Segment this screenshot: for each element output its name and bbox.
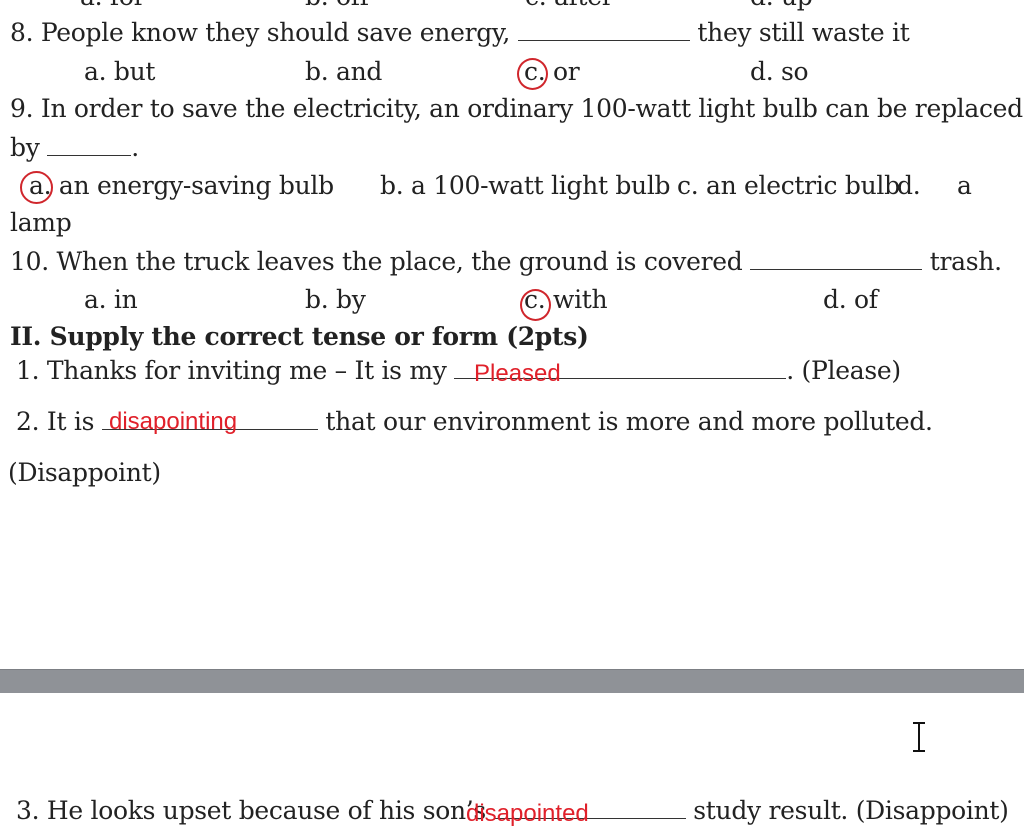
cutoff-option-b: b. off bbox=[305, 0, 369, 12]
s2-item3-start: 3. He looks upset because of his son’s bbox=[16, 796, 486, 825]
q9-option-d: d. bbox=[897, 171, 921, 200]
s2-item1-answer: Pleased bbox=[474, 360, 561, 387]
s2-item1-end: . (Please) bbox=[786, 356, 901, 385]
s2-item3-answer: disapointed bbox=[466, 800, 589, 827]
q8-blank bbox=[517, 18, 690, 41]
q10-answer-circle bbox=[520, 289, 551, 321]
s2-item2-end: that our environment is more and more po… bbox=[325, 407, 933, 436]
q9-option-c: c. an electric bulb bbox=[677, 171, 900, 200]
q10-prompt-start: 10. When the truck leaves the place, the… bbox=[10, 247, 743, 276]
q9-prompt-line1: 9. In order to save the electricity, an … bbox=[10, 94, 1023, 123]
q9-option-d-text: a bbox=[957, 171, 972, 200]
q8-prompt-start: 8. People know they should save energy, bbox=[10, 18, 511, 47]
q9-prompt-by: by bbox=[10, 133, 40, 162]
s2-item2-answer: disapointing bbox=[109, 408, 238, 435]
s2-item2-continuation: (Disappoint) bbox=[8, 458, 161, 487]
q8-option-b: b. and bbox=[305, 57, 383, 86]
q8-option-a: a. but bbox=[84, 57, 156, 86]
s2-item1: 1. Thanks for inviting me – It is my . (… bbox=[16, 356, 901, 386]
q10-option-d: d. of bbox=[823, 285, 878, 314]
q10-option-a: a. in bbox=[84, 285, 138, 314]
s2-item2-start: 2. It is bbox=[16, 407, 95, 436]
q8-option-d: d. so bbox=[750, 57, 809, 86]
q10-prompt: 10. When the truck leaves the place, the… bbox=[10, 247, 1002, 277]
q9-blank bbox=[47, 133, 132, 156]
q8-answer-circle bbox=[517, 58, 548, 90]
q9-prompt-line2: by . bbox=[10, 133, 139, 162]
q8-prompt-end: they still waste it bbox=[697, 18, 910, 47]
q8-prompt: 8. People know they should save energy, … bbox=[10, 18, 910, 48]
q10-prompt-end: trash. bbox=[929, 247, 1002, 276]
s2-item1-start: 1. Thanks for inviting me – It is my bbox=[16, 356, 447, 385]
q10-option-b: b. by bbox=[305, 285, 366, 314]
q9-option-d-continuation: lamp bbox=[10, 208, 72, 237]
q9-answer-circle bbox=[20, 171, 53, 204]
cutoff-option-d: d. up bbox=[750, 0, 813, 12]
q10-blank bbox=[750, 247, 923, 270]
s2-item3-end: study result. (Disappoint) bbox=[693, 796, 1009, 825]
cutoff-option-a: a. for bbox=[80, 0, 146, 12]
q9-option-b: b. a 100-watt light bulb bbox=[380, 171, 671, 200]
cutoff-option-c: c. after bbox=[525, 0, 614, 12]
section2-heading: II. Supply the correct tense or form (2p… bbox=[10, 322, 589, 351]
page-divider bbox=[0, 669, 1024, 693]
q9-option-a: a. an energy-saving bulb bbox=[29, 171, 334, 200]
text-cursor-icon bbox=[911, 722, 927, 752]
